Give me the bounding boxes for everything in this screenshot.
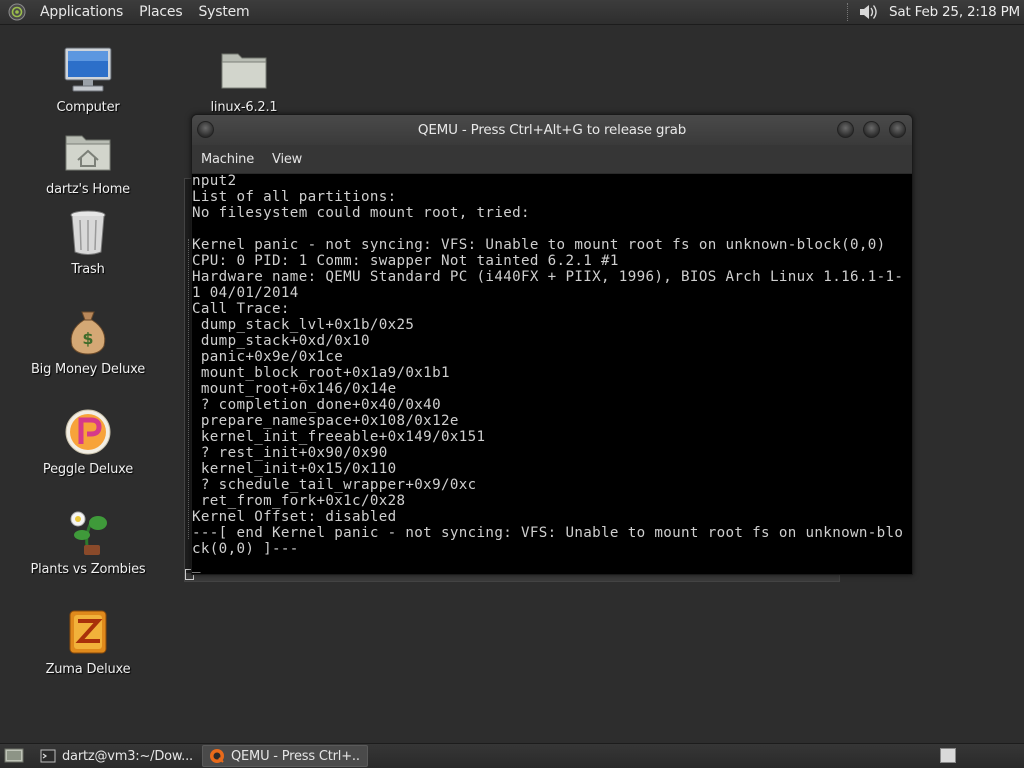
desktop-icon-home[interactable]: dartz's Home	[28, 126, 148, 197]
desktop-icon-label: Peggle Deluxe	[42, 462, 134, 477]
taskbar-item-label: dartz@vm3:~/Dow...	[62, 748, 193, 764]
desktop-icon-label: Trash	[71, 262, 105, 277]
console-line: Hardware name: QEMU Standard PC (i440FX …	[192, 269, 904, 285]
console-line: Kernel Offset: disabled	[192, 509, 397, 525]
taskbar-item-terminal[interactable]: dartz@vm3:~/Dow...	[34, 745, 200, 767]
window-menu-button[interactable]	[197, 121, 214, 138]
zuma-icon	[69, 610, 107, 654]
applications-menu[interactable]: Applications	[32, 4, 131, 20]
console-line: mount_block_root+0x1a9/0x1b1	[192, 365, 450, 381]
home-folder-icon	[65, 135, 111, 171]
desktop-icon-label: Plants vs Zombies	[30, 562, 146, 577]
top-panel: Applications Places System Sat Feb 25, 2…	[0, 0, 1024, 25]
maximize-button[interactable]	[863, 121, 880, 138]
console-line: CPU: 0 PID: 1 Comm: swapper Not tainted …	[192, 253, 619, 269]
show-desktop-icon[interactable]	[4, 747, 24, 765]
window-title: QEMU - Press Ctrl+Alt+G to release grab	[417, 122, 687, 138]
qemu-window[interactable]: QEMU - Press Ctrl+Alt+G to release grab …	[191, 114, 913, 575]
kernel-panic-output: nput2 List of all partitions: No filesys…	[192, 174, 912, 573]
desktop-icon-trash[interactable]: Trash	[28, 206, 148, 277]
menu-machine[interactable]: Machine	[192, 152, 263, 167]
console-line: ---[ end Kernel panic - not syncing: VFS…	[192, 525, 904, 541]
console-line: ret_from_fork+0x1c/0x28	[192, 493, 406, 509]
computer-icon	[64, 47, 112, 92]
workspace-switcher[interactable]	[940, 748, 956, 763]
trash-icon	[70, 210, 106, 255]
console-line: dump_stack+0xd/0x10	[192, 333, 370, 349]
console-line: 1 04/01/2014	[192, 285, 299, 301]
console-line: nput2	[192, 174, 237, 189]
desktop-icon-big-money[interactable]: $ Big Money Deluxe	[28, 306, 148, 377]
bottom-panel: dartz@vm3:~/Dow... QEMU - Press Ctrl+...	[0, 743, 1024, 768]
console-line: prepare_namespace+0x108/0x12e	[192, 413, 459, 429]
desktop-icon-label: Computer	[56, 100, 120, 115]
money-bag-icon: $	[70, 311, 106, 355]
qemu-titlebar[interactable]: QEMU - Press Ctrl+Alt+G to release grab	[192, 115, 912, 145]
panel-tray: Sat Feb 25, 2:18 PM	[847, 0, 1024, 25]
clock[interactable]: Sat Feb 25, 2:18 PM	[889, 4, 1020, 20]
console-line: No filesystem could mount root, tried:	[192, 205, 530, 221]
console-cursor: _	[192, 557, 201, 573]
folder-icon	[221, 53, 267, 89]
panel-separator	[847, 3, 851, 21]
console-line: kernel_init+0x15/0x110	[192, 461, 397, 477]
console-line: ? rest_init+0x90/0x90	[192, 445, 388, 461]
console-line: mount_root+0x146/0x14e	[192, 381, 397, 397]
mate-logo-icon[interactable]	[8, 3, 26, 21]
volume-icon[interactable]	[857, 2, 879, 22]
places-menu[interactable]: Places	[131, 4, 190, 20]
terminal-icon	[40, 749, 56, 763]
desktop-icon-peggle[interactable]: Peggle Deluxe	[28, 406, 148, 477]
desktop-icon-label: dartz's Home	[46, 182, 130, 197]
svg-text:$: $	[82, 329, 93, 348]
qemu-console[interactable]: nput2 List of all partitions: No filesys…	[192, 174, 912, 574]
console-line: dump_stack_lvl+0x1b/0x25	[192, 317, 415, 333]
desktop-icon-label: Zuma Deluxe	[45, 662, 131, 677]
console-line: kernel_init_freeable+0x149/0x151	[192, 429, 486, 445]
console-line: List of all partitions:	[192, 189, 397, 205]
plants-vs-zombies-icon	[70, 511, 107, 555]
peggle-icon	[65, 409, 111, 455]
taskbar-item-qemu[interactable]: QEMU - Press Ctrl+...	[202, 745, 368, 767]
desktop-icon-label: linux-6.2.1	[210, 100, 278, 115]
console-line: Kernel panic - not syncing: VFS: Unable …	[192, 237, 886, 253]
desktop-icon-label: Big Money Deluxe	[30, 362, 146, 377]
desktop-icon-computer[interactable]: Computer	[28, 44, 148, 115]
qemu-menubar: Machine View	[192, 145, 912, 174]
system-menu[interactable]: System	[190, 4, 257, 20]
minimize-button[interactable]	[837, 121, 854, 138]
console-line: ck(0,0) ]---	[192, 541, 299, 557]
qemu-icon	[210, 749, 224, 763]
menu-view[interactable]: View	[263, 152, 311, 167]
close-button[interactable]	[889, 121, 906, 138]
console-line: ? completion_done+0x40/0x40	[192, 397, 441, 413]
desktop-icon-pvz[interactable]: Plants vs Zombies	[28, 506, 148, 577]
taskbar-item-label: QEMU - Press Ctrl+...	[231, 748, 361, 764]
console-line: Call Trace:	[192, 301, 290, 317]
desktop-icon-linux-folder[interactable]: linux-6.2.1	[184, 44, 304, 115]
console-line: ? schedule_tail_wrapper+0x9/0xc	[192, 477, 477, 493]
console-line: panic+0x9e/0x1ce	[192, 349, 344, 365]
desktop-icon-zuma[interactable]: Zuma Deluxe	[28, 606, 148, 677]
